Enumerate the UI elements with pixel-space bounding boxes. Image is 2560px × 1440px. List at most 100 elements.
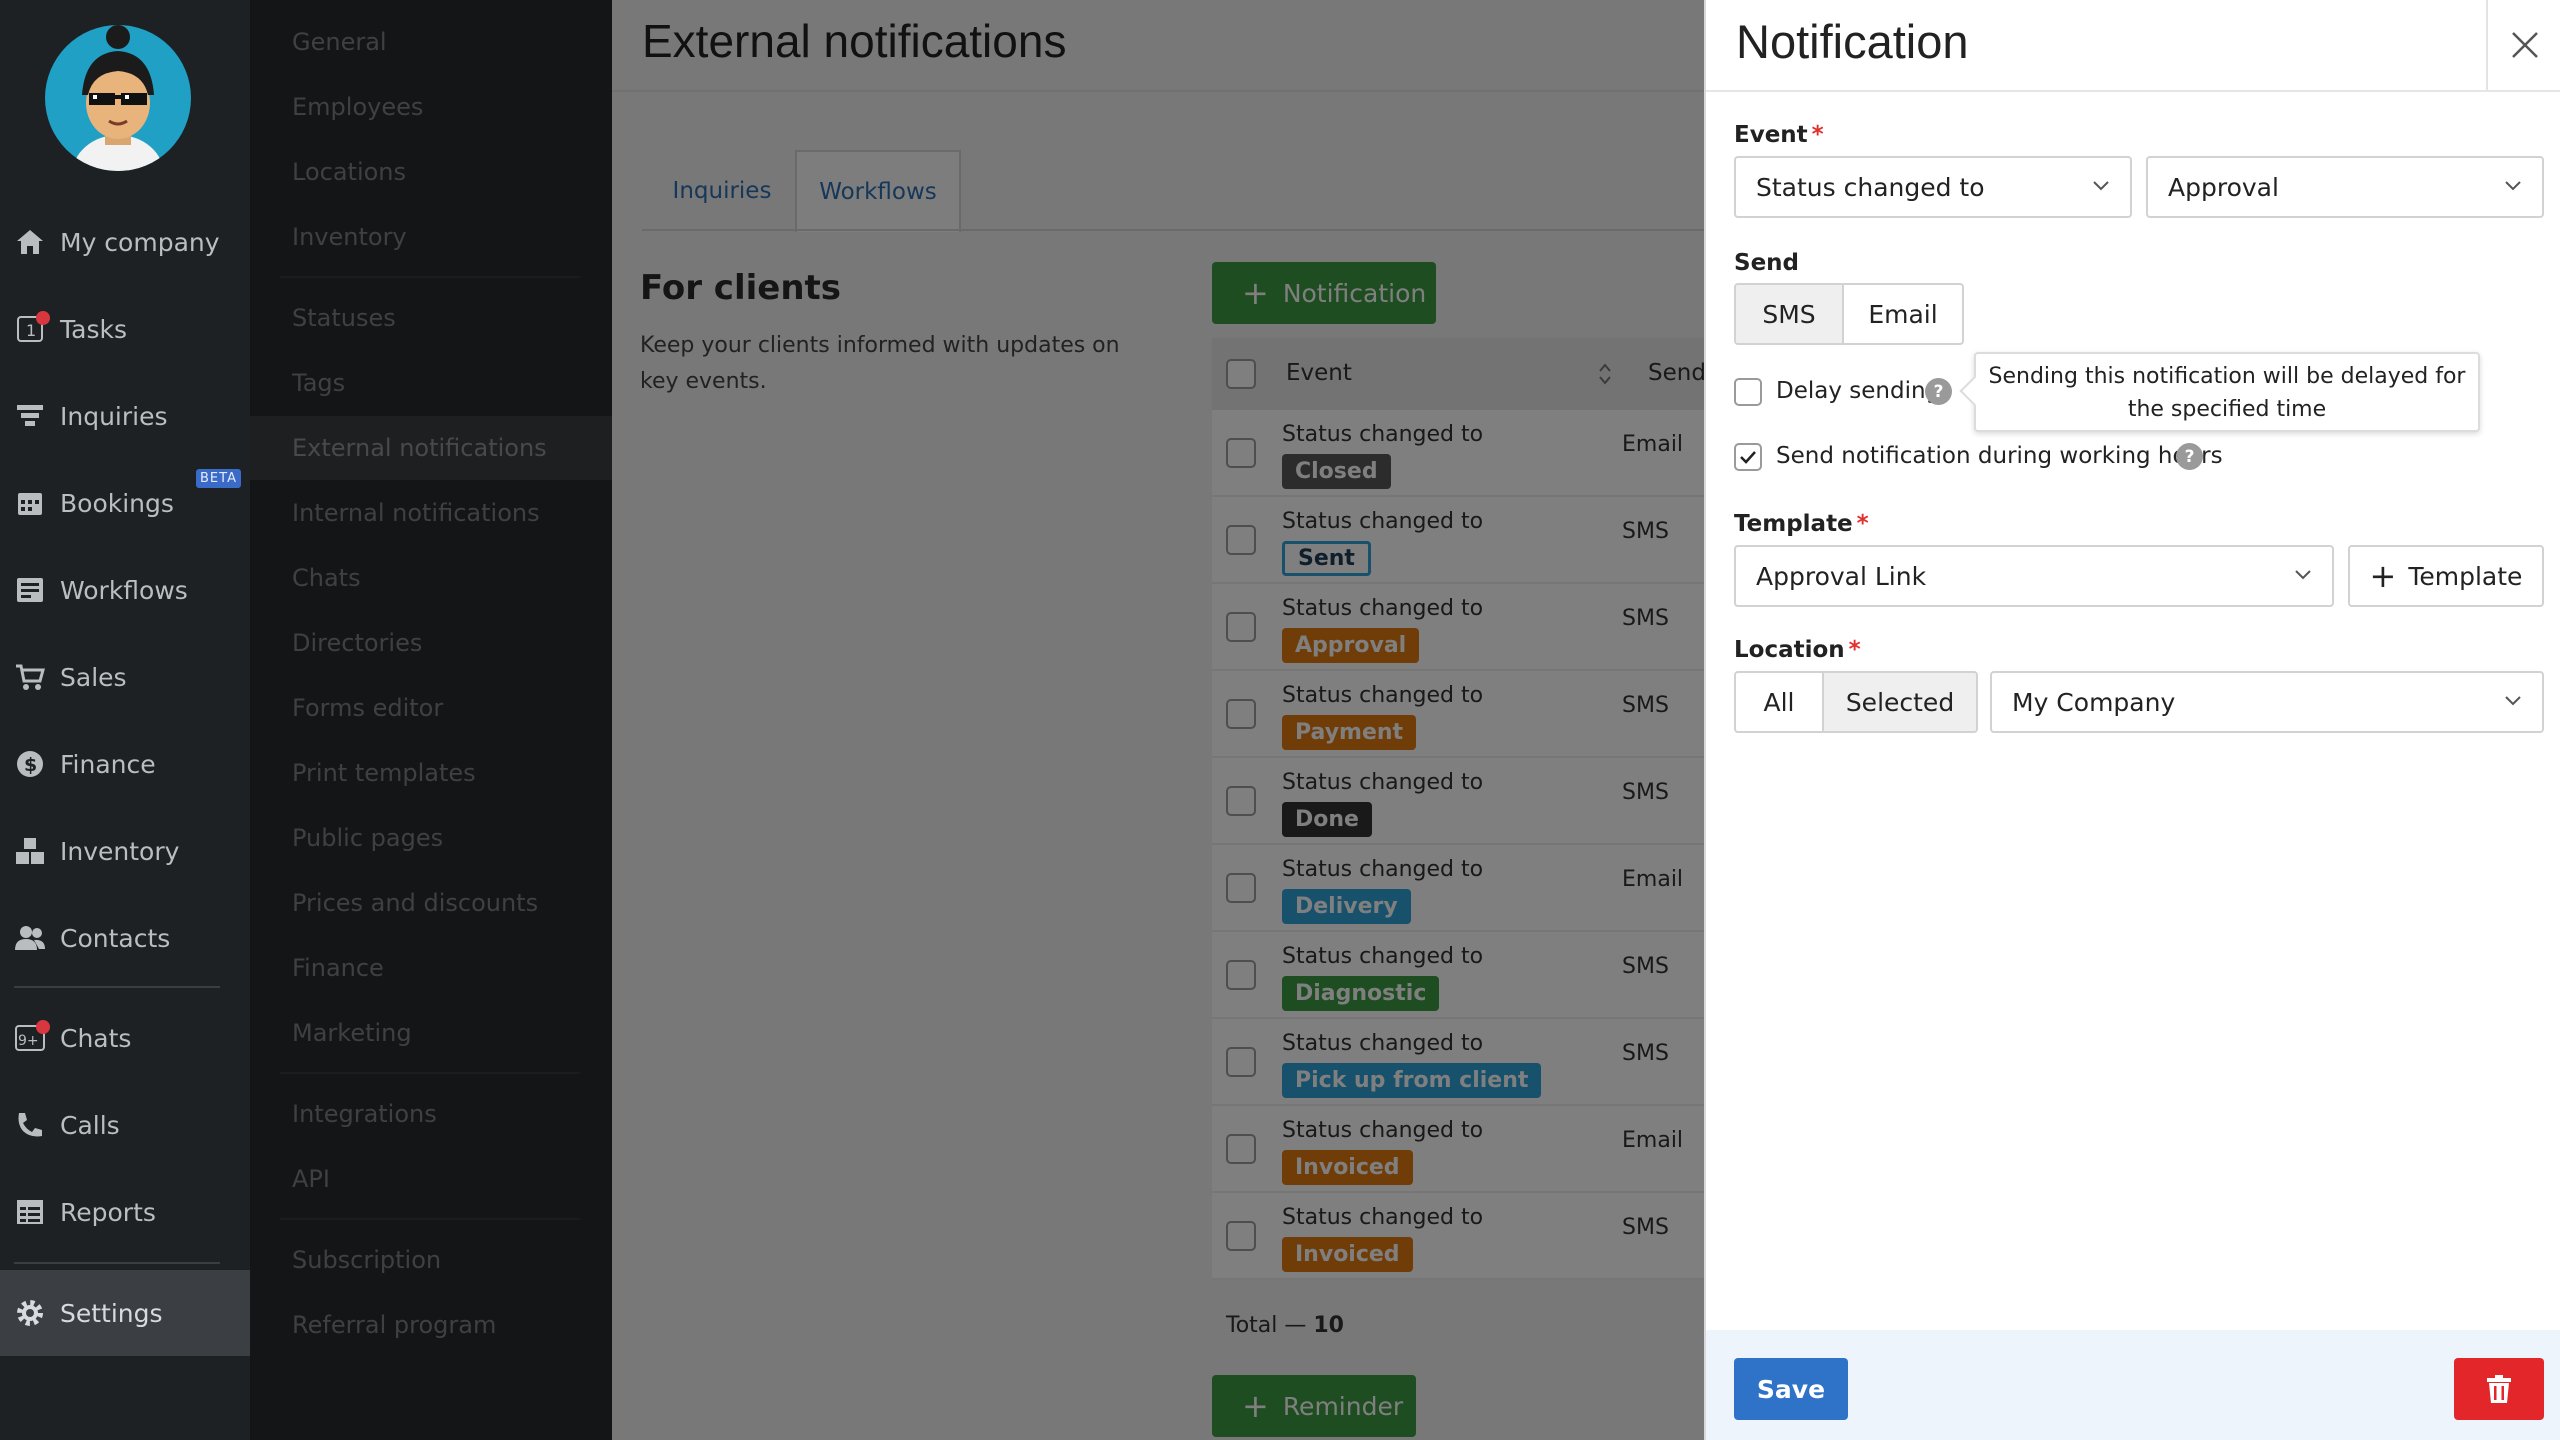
row-event: Status changed to xyxy=(1282,1205,1484,1230)
avatar[interactable] xyxy=(45,25,191,171)
sort-icon[interactable] xyxy=(1598,362,1612,386)
select-all-checkbox[interactable] xyxy=(1226,359,1256,389)
table-row[interactable]: Status changed to Diagnostic SMS xyxy=(1212,932,1704,1019)
select-value: Approval xyxy=(2168,172,2279,202)
settings-item-public-pages[interactable]: Public pages xyxy=(250,806,612,870)
plus-icon: + xyxy=(1242,1387,1269,1425)
help-icon[interactable]: ? xyxy=(1925,378,1952,405)
settings-item-statuses[interactable]: Statuses xyxy=(250,286,612,350)
settings-item-general[interactable]: General xyxy=(250,10,612,74)
status-badge: Closed xyxy=(1282,454,1391,489)
close-button[interactable] xyxy=(2486,0,2560,90)
table-row[interactable]: Status changed to Pick up from client SMS xyxy=(1212,1019,1704,1106)
calendar-icon xyxy=(14,487,46,519)
event-status-select[interactable]: Approval xyxy=(2146,156,2544,218)
send-label: Send xyxy=(1734,250,1800,276)
nav-label: Finance xyxy=(60,749,156,779)
nav-item-inquiries[interactable]: Inquiries xyxy=(0,386,250,446)
tab-inquiries[interactable]: Inquiries xyxy=(642,150,802,232)
settings-item-referral-program[interactable]: Referral program xyxy=(250,1293,612,1357)
button-label: Reminder xyxy=(1282,1391,1404,1421)
tab-workflows[interactable]: Workflows xyxy=(795,150,961,232)
settings-item-prices-and-discounts[interactable]: Prices and discounts xyxy=(250,871,612,935)
help-icon[interactable]: ? xyxy=(2176,443,2203,470)
nav-item-settings[interactable]: Settings xyxy=(0,1270,250,1356)
row-send-channel: SMS xyxy=(1622,954,1669,979)
chevron-down-icon xyxy=(2504,695,2522,707)
send-option-sms[interactable]: SMS xyxy=(1736,285,1842,343)
settings-item-directories[interactable]: Directories xyxy=(250,611,612,675)
save-button[interactable]: Save xyxy=(1734,1358,1848,1420)
working-hours-label: Send notification during working hours xyxy=(1776,443,2223,469)
add-template-button[interactable]: + Template xyxy=(2348,545,2544,607)
settings-item-api[interactable]: API xyxy=(250,1147,612,1211)
settings-item-marketing[interactable]: Marketing xyxy=(250,1001,612,1065)
nav-label: Reports xyxy=(60,1197,156,1227)
row-checkbox[interactable] xyxy=(1226,786,1256,816)
row-checkbox[interactable] xyxy=(1226,1134,1256,1164)
nav-item-calls[interactable]: Calls xyxy=(0,1095,250,1155)
row-checkbox[interactable] xyxy=(1226,699,1256,729)
settings-item-external-notifications[interactable]: External notifications xyxy=(250,416,612,480)
send-option-email[interactable]: Email xyxy=(1844,285,1962,343)
table-row[interactable]: Status changed to Done SMS xyxy=(1212,758,1704,845)
settings-item-print-templates[interactable]: Print templates xyxy=(250,741,612,805)
settings-item-forms-editor[interactable]: Forms editor xyxy=(250,676,612,740)
table-row[interactable]: Status changed to Invoiced Email xyxy=(1212,1106,1704,1193)
table-total: Total — 10 xyxy=(1226,1313,1344,1338)
working-hours-checkbox[interactable] xyxy=(1734,443,1762,471)
status-badge: Diagnostic xyxy=(1282,976,1440,1011)
settings-item-integrations[interactable]: Integrations xyxy=(250,1082,612,1146)
column-header-event[interactable]: Event xyxy=(1286,360,1352,386)
row-send-channel: Email xyxy=(1622,867,1684,892)
nav-item-tasks[interactable]: 1 Tasks xyxy=(0,299,250,359)
status-badge: Delivery xyxy=(1282,889,1411,924)
settings-item-tags[interactable]: Tags xyxy=(250,351,612,415)
row-checkbox[interactable] xyxy=(1226,438,1256,468)
nav-item-contacts[interactable]: Contacts xyxy=(0,908,250,968)
nav-item-sales[interactable]: Sales xyxy=(0,647,250,707)
nav-item-my-company[interactable]: My company xyxy=(0,212,250,272)
event-type-select[interactable]: Status changed to xyxy=(1734,156,2132,218)
location-select[interactable]: My Company xyxy=(1990,671,2544,733)
table-row[interactable]: Status changed to Approval SMS xyxy=(1212,584,1704,671)
settings-item-chats[interactable]: Chats xyxy=(250,546,612,610)
phone-icon xyxy=(14,1109,46,1141)
nav-item-reports[interactable]: Reports xyxy=(0,1182,250,1242)
main-nav: My company 1 Tasks Inquiries Bookings BE… xyxy=(0,0,250,1440)
template-select[interactable]: Approval Link xyxy=(1734,545,2334,607)
row-checkbox[interactable] xyxy=(1226,1221,1256,1251)
table-row[interactable]: Status changed to Invoiced SMS xyxy=(1212,1193,1704,1280)
settings-item-inventory[interactable]: Inventory xyxy=(250,205,612,269)
row-checkbox[interactable] xyxy=(1226,525,1256,555)
nav-item-workflows[interactable]: Workflows xyxy=(0,560,250,620)
workflow-icon xyxy=(14,574,46,606)
nav-item-inventory[interactable]: Inventory xyxy=(0,821,250,881)
row-checkbox[interactable] xyxy=(1226,1047,1256,1077)
settings-item-locations[interactable]: Locations xyxy=(250,140,612,204)
settings-item-internal-notifications[interactable]: Internal notifications xyxy=(250,481,612,545)
delay-sending-checkbox[interactable] xyxy=(1734,378,1762,406)
location-option-selected[interactable]: Selected xyxy=(1824,673,1976,731)
column-header-send[interactable]: Send xyxy=(1648,360,1706,386)
settings-item-employees[interactable]: Employees xyxy=(250,75,612,139)
nav-item-finance[interactable]: $ Finance xyxy=(0,734,250,794)
table-row[interactable]: Status changed to Closed Email xyxy=(1212,410,1704,497)
row-send-channel: Email xyxy=(1622,1128,1684,1153)
settings-item-finance[interactable]: Finance xyxy=(250,936,612,1000)
row-checkbox[interactable] xyxy=(1226,960,1256,990)
add-reminder-button[interactable]: + Reminder xyxy=(1212,1375,1416,1437)
add-notification-button[interactable]: + Notification xyxy=(1212,262,1436,324)
chevron-down-icon xyxy=(2504,180,2522,192)
table-row[interactable]: Status changed to Sent SMS xyxy=(1212,497,1704,584)
nav-label: My company xyxy=(60,227,220,257)
delete-button[interactable] xyxy=(2454,1358,2544,1420)
row-checkbox[interactable] xyxy=(1226,612,1256,642)
settings-item-subscription[interactable]: Subscription xyxy=(250,1228,612,1292)
location-option-all[interactable]: All xyxy=(1736,673,1822,731)
row-checkbox[interactable] xyxy=(1226,873,1256,903)
table-row[interactable]: Status changed to Payment SMS xyxy=(1212,671,1704,758)
nav-item-chats[interactable]: 9+ Chats xyxy=(0,1008,250,1068)
table-row[interactable]: Status changed to Delivery Email xyxy=(1212,845,1704,932)
reports-icon xyxy=(14,1196,46,1228)
